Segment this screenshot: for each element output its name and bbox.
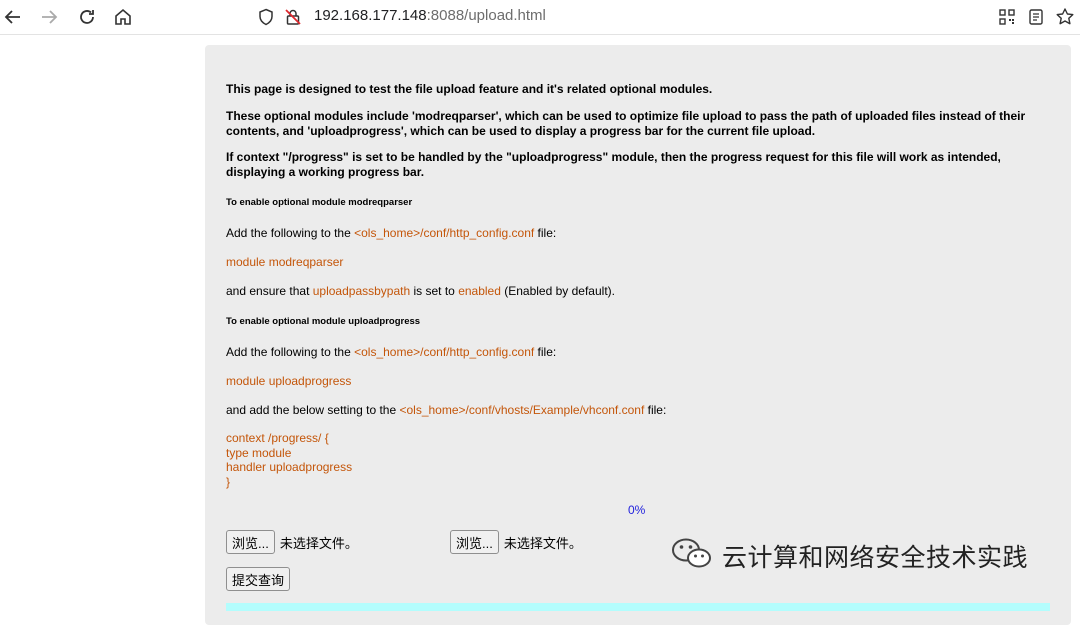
file-input-2[interactable]: 浏览... 未选择文件。: [450, 530, 582, 554]
http-config-path-2: <ols_home>/conf/http_config.conf: [354, 345, 535, 359]
url-text: 192.168.177.148:8088/upload.html: [314, 7, 546, 24]
code-line: }: [226, 474, 231, 489]
address-bar[interactable]: 192.168.177.148:8088/upload.html: [248, 0, 1008, 34]
bookmark-star-icon[interactable]: [1053, 5, 1077, 29]
intro-text-2: These optional modules include 'modreqpa…: [226, 109, 1026, 138]
back-icon[interactable]: [1, 5, 25, 29]
no-file-selected-label-1: 未选择文件。: [279, 535, 358, 551]
file-suffix-2: file:: [534, 345, 557, 359]
progress-bar-area: [226, 603, 1050, 611]
code-line: context /progress/ {: [226, 431, 329, 445]
add-prefix-2: Add the following to the: [226, 345, 355, 359]
add-prefix: Add the following to the: [226, 226, 355, 240]
module-uploadprogress-line: module uploadprogress: [226, 374, 352, 388]
http-config-path: <ols_home>/conf/http_config.conf: [354, 226, 535, 240]
submit-query-button[interactable]: 提交查询: [226, 567, 291, 591]
browse-button-2[interactable]: 浏览...: [450, 530, 499, 554]
browser-toolbar: 192.168.177.148:8088/upload.html: [0, 0, 1080, 35]
uploadpassbypath-term: uploadpassbypath: [312, 284, 411, 298]
no-file-selected-label-2: 未选择文件。: [503, 535, 582, 551]
vhconf-path: <ols_home>/conf/vhosts/Example/vhconf.co…: [399, 403, 645, 417]
file-input-1[interactable]: 浏览... 未选择文件。: [226, 530, 358, 554]
instruction-vhconf: and add the below setting to the <ols_ho…: [226, 403, 666, 417]
intro-text-1: This page is designed to test the file u…: [226, 82, 713, 96]
intro-text-3: If context "/progress" is set to be hand…: [226, 150, 1001, 179]
qr-code-icon[interactable]: [995, 5, 1019, 29]
heading-modreqparser: To enable optional module modreqparser: [226, 197, 413, 208]
heading-uploadprogress: To enable optional module uploadprogress: [226, 316, 421, 327]
watermark-text: 云计算和网络安全技术实践: [722, 542, 1029, 572]
insecure-lock-icon[interactable]: [281, 5, 305, 29]
browse-button-1[interactable]: 浏览...: [226, 530, 275, 554]
url-host: 192.168.177.148: [314, 7, 427, 24]
wechat-watermark: 云计算和网络安全技术实践: [670, 536, 1028, 575]
module-modreqparser-line: module modreqparser: [226, 255, 344, 269]
reload-icon[interactable]: [75, 5, 99, 29]
reader-mode-icon[interactable]: [1024, 5, 1048, 29]
ensure-prefix: and ensure that: [226, 284, 313, 298]
home-icon[interactable]: [111, 5, 135, 29]
enabled-term: enabled: [458, 284, 501, 298]
context-config-block: context /progress/ { type module handler…: [226, 431, 352, 489]
file-suffix-3: file:: [644, 403, 667, 417]
ensure-mid: is set to: [410, 284, 459, 298]
url-path: :8088/upload.html: [426, 7, 546, 24]
instruction-add-http-config-1: Add the following to the <ols_home>/conf…: [226, 226, 556, 240]
instruction-ensure: and ensure that uploadpassbypath is set …: [226, 284, 615, 298]
code-line: handler uploadprogress: [226, 460, 353, 474]
upload-progress-text: 0%: [628, 503, 646, 517]
file-suffix: file:: [534, 226, 557, 240]
instruction-add-http-config-2: Add the following to the <ols_home>/conf…: [226, 345, 556, 359]
vhost-prefix: and add the below setting to the: [226, 403, 400, 417]
forward-icon[interactable]: [37, 5, 61, 29]
ensure-suffix: (Enabled by default).: [500, 284, 615, 298]
wechat-logo-icon: [670, 536, 714, 575]
code-line: type module: [226, 445, 292, 460]
shield-icon[interactable]: [254, 5, 278, 29]
